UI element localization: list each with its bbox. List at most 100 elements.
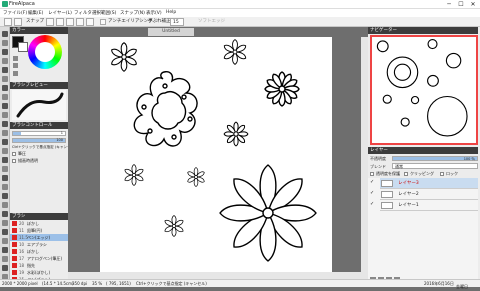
brush-opacity-slider[interactable]: 100 (12, 138, 66, 143)
perspective-tool-icon[interactable] (2, 247, 8, 253)
eye-icon[interactable]: ✓ (370, 179, 378, 187)
smudge-tool-icon[interactable] (2, 166, 8, 172)
brush-item[interactable]: 17 アナログペン(筆圧) (10, 255, 68, 262)
bucket-tool-icon[interactable] (2, 211, 8, 217)
menu-filter[interactable]: フィルタ (74, 10, 92, 16)
brush-item[interactable]: 20 ぼかし (10, 220, 68, 227)
symmetry-tool-icon[interactable] (2, 202, 8, 208)
fill-tool-icon[interactable] (2, 67, 8, 73)
transform-tool-icon[interactable] (2, 265, 8, 271)
correction-select[interactable]: 15 (170, 18, 184, 26)
layer-row-selected[interactable]: レイヤー3 (380, 178, 478, 189)
snap-parallel-icon[interactable] (56, 18, 64, 26)
antialias-checkbox[interactable] (100, 19, 106, 25)
minimize-button[interactable]: ─ (443, 0, 455, 9)
layer-row[interactable]: レイヤー2 (380, 189, 478, 200)
brush-item[interactable]: 10 エアブラシ (10, 241, 68, 248)
frame-tool-icon[interactable] (2, 238, 8, 244)
text-tool-icon[interactable] (2, 103, 8, 109)
blur-tool-icon[interactable] (2, 157, 8, 163)
move-tool-icon[interactable] (2, 49, 8, 55)
ruler-tool-icon[interactable] (2, 139, 8, 145)
layer-thumbnail (381, 202, 393, 209)
pressure-checkbox[interactable] (12, 152, 16, 156)
eye-icon[interactable]: ✓ (370, 201, 378, 209)
reset-color-icon[interactable] (13, 71, 18, 76)
pen-tool-icon[interactable] (2, 31, 8, 37)
flower-shape (223, 121, 249, 147)
brush-item-selected[interactable]: 11.5 ペン(エッジ) (10, 234, 68, 241)
eyedropper-icon[interactable] (2, 94, 8, 100)
color-picker-square[interactable] (35, 42, 55, 62)
menu-file[interactable]: ファイル(F) (3, 10, 27, 16)
navigator-header: ナビゲーター (368, 27, 478, 34)
eye-icon[interactable]: ✓ (370, 190, 378, 198)
snap-label: スナップ (26, 19, 44, 24)
lock-checkbox[interactable] (440, 172, 444, 176)
blend-select[interactable]: 通常 (392, 163, 478, 169)
brush-item[interactable]: 11 鉛筆(円) (10, 227, 68, 234)
crop-tool-icon[interactable] (2, 148, 8, 154)
maximize-button[interactable]: ☐ (455, 0, 467, 9)
snap-cross-icon[interactable] (66, 18, 74, 26)
brush-item[interactable]: 18 指先 (10, 262, 68, 269)
vertical-scrollbar[interactable] (361, 37, 368, 272)
eraser-icon[interactable] (14, 18, 22, 26)
navigator-preview[interactable] (370, 35, 478, 145)
app-icon (2, 1, 8, 7)
stamp-tool-icon[interactable] (2, 193, 8, 199)
brush-size-value: 1 (60, 131, 63, 135)
swap-color-icon[interactable] (13, 56, 18, 61)
menu-select[interactable]: 選択範囲(S) (92, 10, 116, 16)
layer-name: レイヤー3 (398, 181, 419, 186)
menu-edit[interactable]: 編集(E) (28, 10, 43, 16)
magic-wand-icon[interactable] (2, 85, 8, 91)
shape-tool-icon[interactable] (2, 130, 8, 136)
select-tool-icon[interactable] (2, 40, 8, 46)
gradient-tool-icon[interactable] (2, 76, 8, 82)
burn-tool-icon[interactable] (2, 184, 8, 190)
brush-size-slider[interactable]: 1 (12, 131, 66, 136)
transparent-color-icon[interactable] (13, 63, 18, 68)
dodge-tool-icon[interactable] (2, 175, 8, 181)
horizontal-scrollbar[interactable] (68, 272, 368, 279)
menu-view[interactable]: 表示(V) (146, 10, 162, 16)
layer-panel-header: レイヤー (368, 147, 478, 154)
dot-tool-icon[interactable] (2, 256, 8, 262)
hand-tool-icon[interactable] (2, 112, 8, 118)
brush-item[interactable]: 19 水彩(ぼかし) (10, 269, 68, 276)
brush-opacity-value: 100 (56, 138, 63, 142)
document-tab[interactable]: Untitled (148, 28, 194, 36)
menu-snap[interactable]: スナップ(N) (120, 10, 145, 16)
secondary-color-swatch[interactable] (18, 42, 28, 52)
layer-opacity-slider[interactable]: 100 ％ (392, 156, 478, 161)
brush-item[interactable]: 16 ぼかし (10, 248, 68, 255)
clipping-checkbox[interactable] (404, 172, 408, 176)
menu-help[interactable]: Help (166, 10, 176, 15)
flower-shape (186, 167, 206, 187)
snap-radial-icon[interactable] (76, 18, 84, 26)
layer-thumbnail (381, 191, 393, 198)
pattern-tool-icon[interactable] (2, 220, 8, 226)
pen-icon[interactable] (4, 18, 12, 26)
blend-label: ブレンド (370, 164, 386, 169)
comic-tool-icon[interactable] (2, 229, 8, 235)
opacity-label: 不透明度 (370, 156, 386, 161)
brush-preview-area (12, 90, 66, 120)
menu-layer[interactable]: レイヤー(L) (48, 10, 72, 16)
snap-off-icon[interactable] (46, 18, 54, 26)
flower-shape (222, 39, 248, 65)
layer-row[interactable]: レイヤー1 (380, 200, 478, 211)
zoom-tool-icon[interactable] (2, 121, 8, 127)
antialias-label: アンチエイリアシング (108, 19, 153, 24)
lock-label: ロック (446, 171, 458, 176)
softedge-label[interactable]: ソフトエッジ (198, 18, 225, 26)
snap-circle-icon[interactable] (86, 18, 94, 26)
document-canvas[interactable] (100, 37, 332, 272)
transparent-draw-checkbox[interactable] (12, 159, 16, 163)
protect-alpha-checkbox[interactable] (370, 172, 374, 176)
close-button[interactable]: ✕ (467, 0, 479, 9)
wreath-shape (133, 71, 198, 147)
lasso-tool-icon[interactable] (2, 58, 8, 64)
brush-stroke-preview (16, 92, 64, 118)
